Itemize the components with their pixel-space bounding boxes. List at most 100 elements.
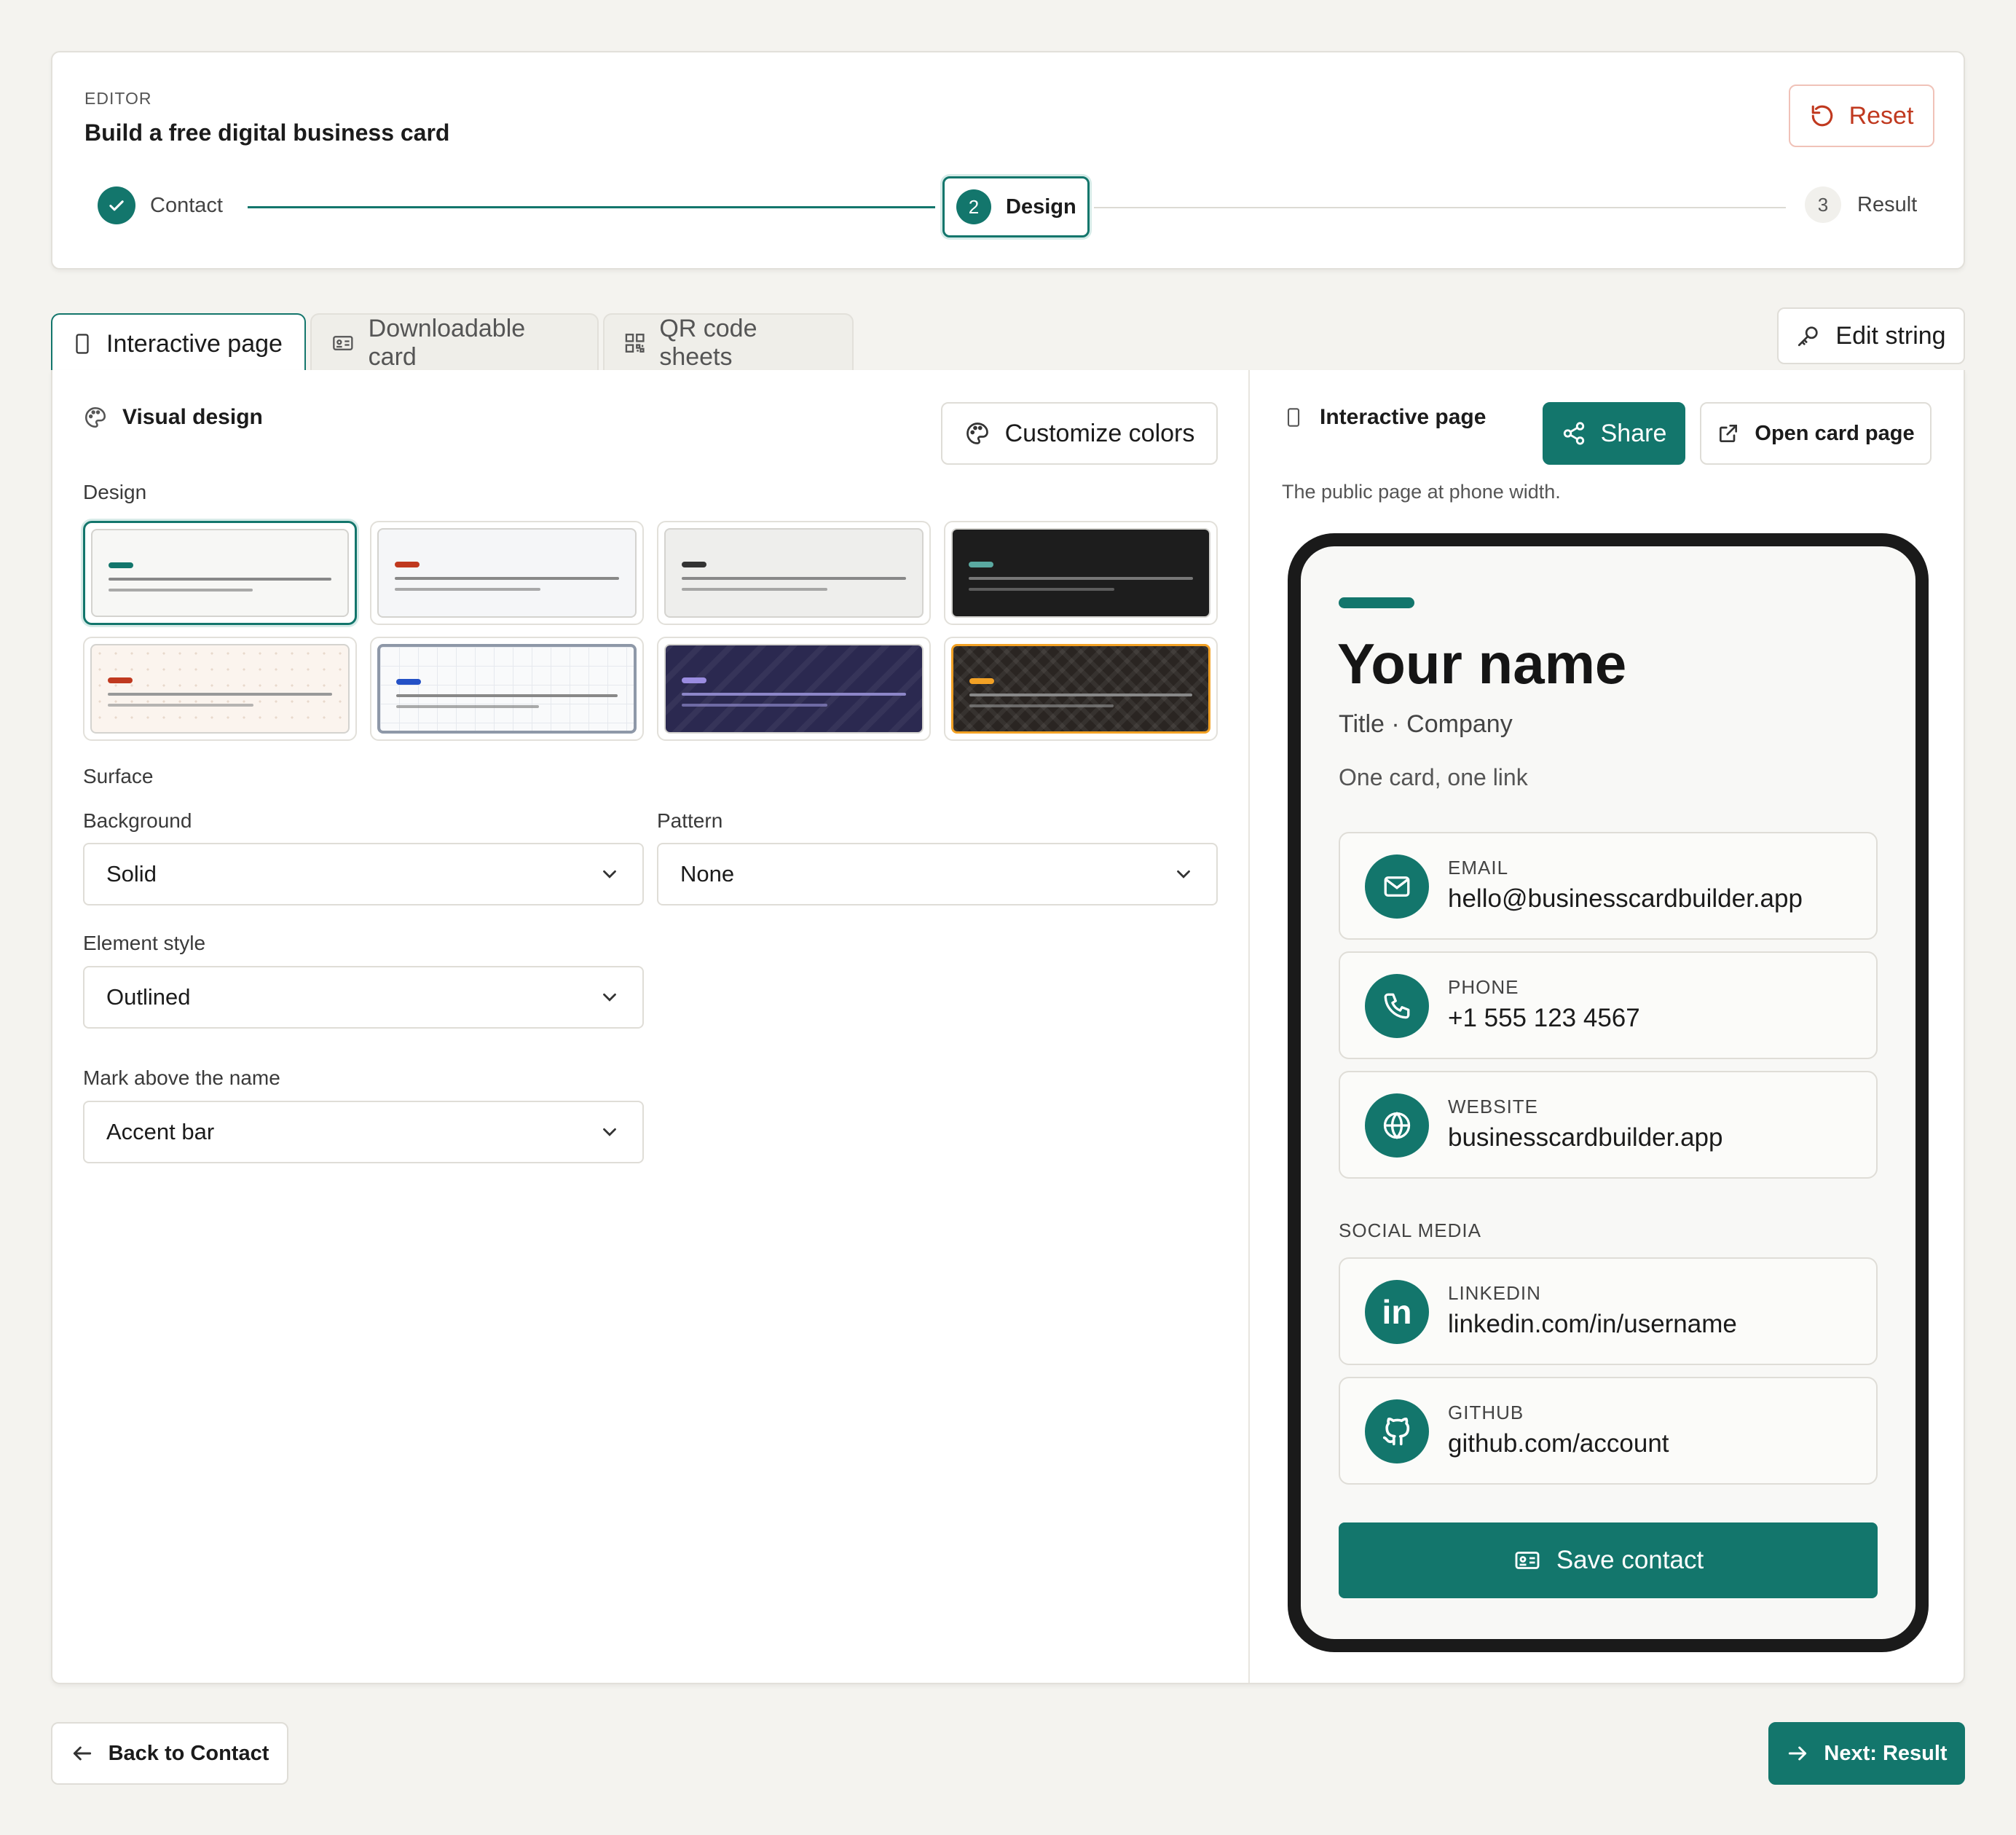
external-link-icon [1720,425,1738,442]
design-swatch[interactable] [83,521,357,625]
back-button[interactable]: Back to Contact [51,1722,288,1785]
page-title: Build a free digital business card [84,119,450,146]
preview-subtitle: The public page at phone width. [1282,481,1561,503]
social-item-linkedin[interactable]: in LINKEDIN linkedin.com/in/username [1339,1257,1878,1365]
section-title: Visual design [122,405,263,429]
background-label: Background [83,809,192,832]
visual-design-heading: Visual design [83,405,263,430]
stepper-line-todo [1094,207,1786,208]
pattern-select[interactable]: None [657,843,1218,905]
mail-icon [1365,854,1429,919]
card-name: Your name [1337,632,1627,696]
social-type: GITHUB [1448,1402,1524,1423]
social-type: LINKEDIN [1448,1282,1541,1304]
github-icon [1365,1399,1429,1463]
tab-qr-code-sheets[interactable]: QR code sheets [603,313,854,372]
tab-label: Interactive page [106,329,283,358]
panel-divider [1248,370,1250,1683]
save-contact-label: Save contact [1556,1546,1704,1574]
linkedin-icon: in [1365,1280,1429,1344]
card-tagline: One card, one link [1339,764,1528,790]
element-style-label: Element style [83,932,206,954]
step-result[interactable]: 3 Result [1805,186,1917,223]
chevron-down-icon [603,870,616,879]
qr-code-icon [625,334,645,353]
design-swatch[interactable] [370,637,644,741]
share-button[interactable]: Share [1543,402,1685,465]
element-style-value: Outlined [106,984,191,1010]
edit-string-button[interactable]: Edit string [1777,307,1965,364]
element-style-select[interactable]: Outlined [83,966,644,1029]
step-label: Result [1857,192,1918,216]
share-icon [1563,422,1584,445]
card-title-company: Title · Company [1339,710,1513,738]
contact-type: EMAIL [1448,857,1509,879]
key-icon [1798,326,1819,347]
design-swatch[interactable] [944,637,1218,741]
step-design[interactable]: 2 Design [942,176,1090,237]
customize-colors-button[interactable]: Customize colors [941,402,1218,465]
open-card-page-label: Open card page [1755,421,1915,445]
chevron-down-icon [1177,870,1190,879]
contact-type: PHONE [1448,976,1519,998]
mark-label: Mark above the name [83,1066,280,1089]
design-swatch[interactable] [83,637,357,741]
check-icon [98,186,135,224]
palette-icon [966,423,988,444]
editor-header: EDITOR Build a free digital business car… [51,51,1965,270]
contact-value: hello@businesscardbuilder.app [1448,884,1803,913]
globe-icon [1365,1093,1429,1158]
edit-string-label: Edit string [1835,321,1946,350]
open-card-page-button[interactable]: Open card page [1700,402,1932,465]
surface-label: Surface [83,765,154,787]
design-swatch[interactable] [944,521,1218,625]
next-button[interactable]: Next: Result [1768,1722,1965,1785]
customize-colors-label: Customize colors [1004,419,1195,447]
share-label: Share [1600,419,1667,447]
background-select[interactable]: Solid [83,843,644,905]
interactive-page-heading: Interactive page [1283,405,1486,430]
tab-interactive-page[interactable]: Interactive page [51,313,306,373]
tab-label: QR code sheets [659,315,757,371]
pattern-label: Pattern [657,809,723,832]
phone-icon [76,334,89,354]
preview-title: Interactive page [1320,405,1487,429]
chevron-down-icon [603,993,616,1002]
next-label: Next: Result [1824,1741,1948,1765]
id-card-icon [333,336,353,350]
step-number-badge: 3 [1805,186,1841,223]
mark-value: Accent bar [106,1119,215,1144]
reset-icon [1811,105,1832,127]
design-label: Design [83,481,147,503]
social-media-label: SOCIAL MEDIA [1339,1219,1481,1241]
reset-button[interactable]: Reset [1789,85,1934,147]
mark-select[interactable]: Accent bar [83,1101,644,1163]
arrow-left-icon [73,1746,91,1761]
background-value: Solid [106,861,157,887]
contact-value: businesscardbuilder.app [1448,1123,1723,1152]
social-value: github.com/account [1448,1429,1669,1458]
design-swatch[interactable] [657,521,931,625]
reset-label: Reset [1848,101,1914,130]
social-value: linkedin.com/in/username [1448,1310,1737,1338]
stepper-line-done [248,206,935,208]
palette-icon [84,406,106,428]
social-item-github[interactable]: GITHUB github.com/account [1339,1377,1878,1485]
design-swatch[interactable] [657,637,931,741]
chevron-down-icon [603,1128,616,1136]
contact-item-website[interactable]: WEBSITE businesscardbuilder.app [1339,1071,1878,1179]
contact-item-phone[interactable]: PHONE +1 555 123 4567 [1339,951,1878,1059]
design-swatch[interactable] [370,521,644,625]
id-card-icon [1515,1552,1540,1569]
eyebrow: EDITOR [84,89,152,108]
back-label: Back to Contact [108,1741,269,1765]
step-label: Design [1006,194,1076,219]
arrow-right-icon [1789,1746,1807,1761]
step-number-badge: 2 [956,189,991,224]
contact-item-email[interactable]: EMAIL hello@businesscardbuilder.app [1339,832,1878,940]
tab-downloadable-card[interactable]: Downloadable card [310,313,599,372]
phone-call-icon [1365,974,1429,1038]
step-contact[interactable]: Contact [98,186,223,224]
save-contact-button[interactable]: Save contact [1339,1522,1878,1598]
step-label: Contact [150,193,223,217]
